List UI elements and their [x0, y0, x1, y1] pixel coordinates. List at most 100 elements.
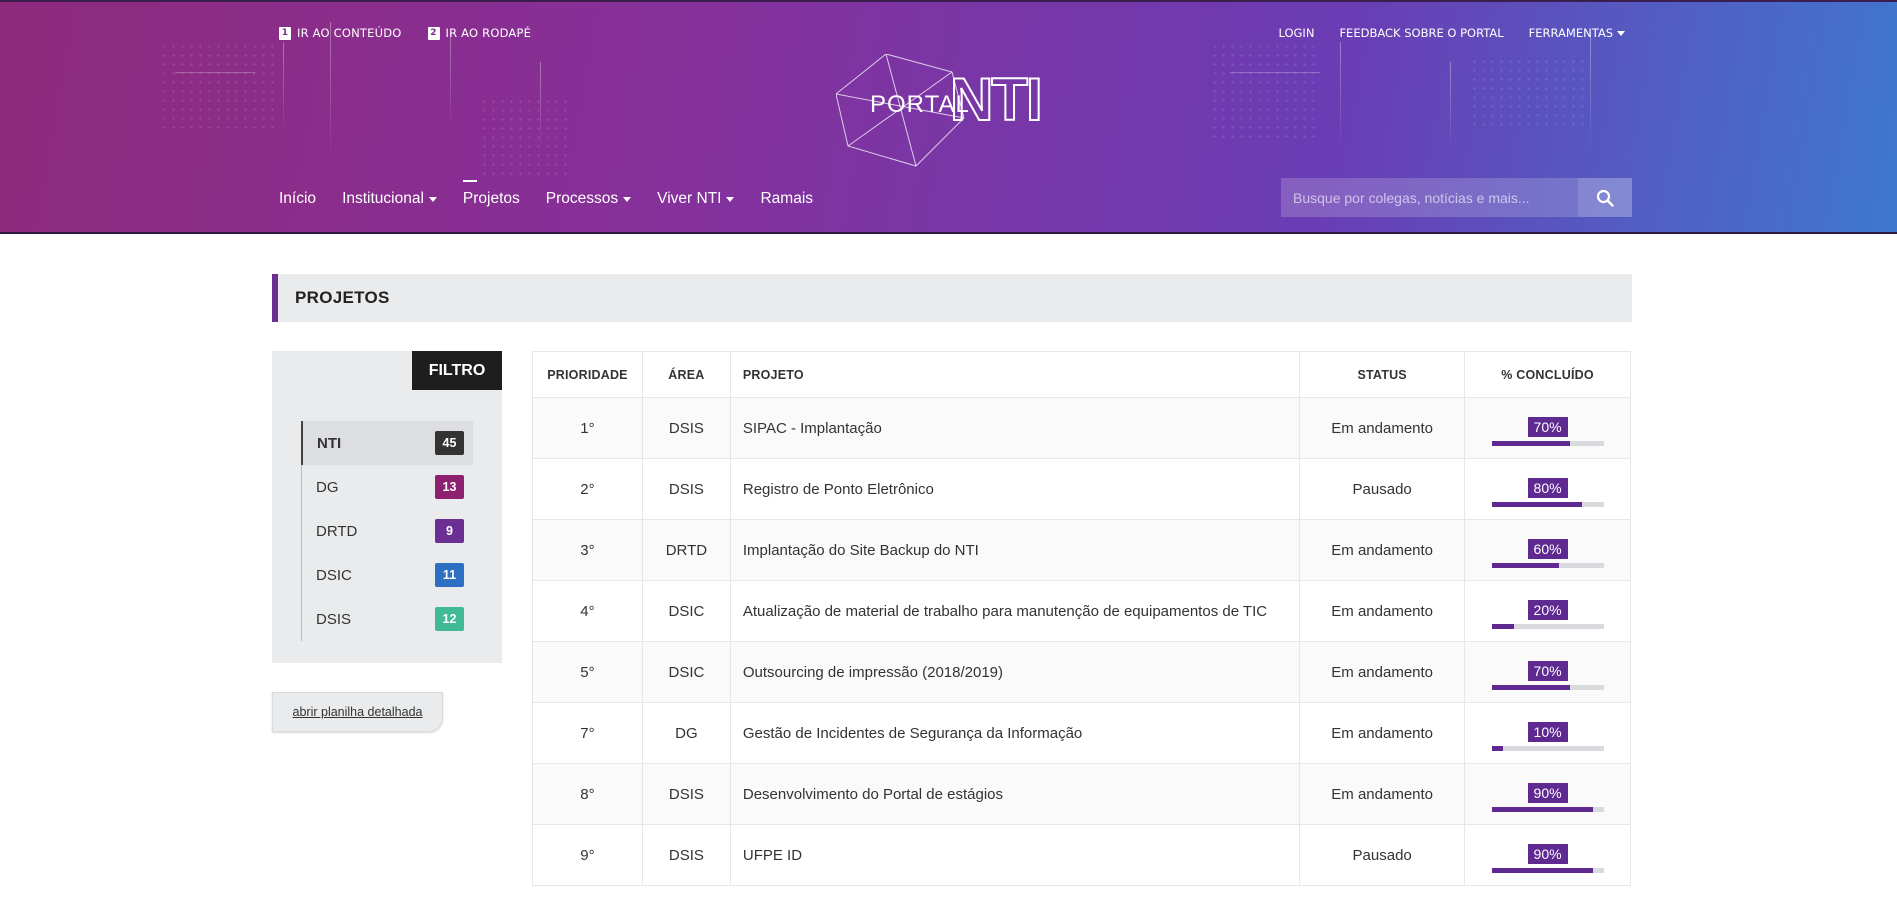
nav-projetos[interactable]: Projetos — [462, 180, 520, 208]
table-row[interactable]: 4° DSIC Atualização de material de trabalh… — [532, 580, 1631, 642]
caret-down-icon — [726, 196, 735, 202]
cell-status: Pausado — [1299, 458, 1466, 520]
progress-bar-fill — [1492, 868, 1593, 873]
projects-table: PRIORIDADE ÁREA PROJETO STATUS % CONCLUÍ… — [532, 351, 1631, 886]
nav-viver-nti[interactable]: Viver NTI — [657, 190, 735, 208]
percent-badge: 70% — [1527, 417, 1568, 437]
cell-project[interactable]: SIPAC - Implantação — [729, 397, 1301, 459]
nav-label: Projetos — [462, 190, 520, 207]
cell-project[interactable]: Outsourcing de impressão (2018/2019) — [729, 641, 1301, 703]
search-input[interactable] — [1281, 178, 1578, 217]
cell-priority: 2° — [532, 458, 643, 520]
progress-bar — [1492, 502, 1605, 507]
cell-percent: 20% — [1464, 580, 1631, 642]
nav-label: Institucional — [342, 190, 424, 207]
decorative-line — [283, 42, 284, 132]
cell-percent: 70% — [1464, 397, 1631, 459]
percent-badge: 60% — [1527, 539, 1568, 559]
cell-priority: 9° — [532, 824, 643, 886]
key-badge: 1 — [279, 26, 291, 40]
cell-status: Pausado — [1299, 824, 1466, 886]
table-row[interactable]: 5° DSIC Outsourcing de impressão (2018/201… — [532, 641, 1631, 703]
cell-project[interactable]: UFPE ID — [729, 824, 1301, 886]
cell-area: DSIS — [641, 458, 731, 520]
cell-status: Em andamento — [1299, 580, 1466, 642]
filter-count-badge: 11 — [435, 563, 464, 587]
decorative-line — [540, 62, 541, 152]
portal-nti-logo[interactable]: PORTAL NTI — [836, 54, 1068, 172]
col-header-status[interactable]: STATUS — [1299, 351, 1466, 398]
table-row[interactable]: 7° DG Gestão de Incidentes de Segurança da… — [532, 702, 1631, 764]
percent-badge: 10% — [1527, 722, 1568, 742]
cell-status: Em andamento — [1299, 763, 1466, 825]
filter-item-dsis[interactable]: DSIS 12 — [301, 597, 473, 641]
decorative-dots — [1470, 57, 1590, 127]
col-header-percent[interactable]: % CONCLUÍDO — [1464, 351, 1631, 398]
nav-inicio[interactable]: Início — [279, 190, 316, 208]
nav-label: Processos — [545, 190, 619, 207]
filter-item-dsic[interactable]: DSIC 11 — [301, 553, 473, 597]
open-spreadsheet-button[interactable]: abrir planilha detalhada — [272, 692, 443, 732]
decorative-line — [1340, 42, 1341, 152]
filter-item-label: NTI — [317, 434, 342, 452]
decorative-dots — [480, 97, 570, 177]
cell-project[interactable]: Desenvolvimento do Portal de estágios — [729, 763, 1301, 825]
progress-bar-fill — [1492, 685, 1571, 690]
cell-priority: 8° — [532, 763, 643, 825]
main-nav: Início Institucional Projetos Processos … — [279, 180, 813, 208]
login-link[interactable]: LOGIN — [1278, 26, 1314, 40]
nav-processos[interactable]: Processos — [545, 190, 632, 208]
filter-item-label: DSIS — [316, 610, 352, 628]
col-header-priority[interactable]: PRIORIDADE — [532, 351, 643, 398]
filter-item-dg[interactable]: DG 13 — [301, 465, 473, 509]
progress-bar — [1492, 807, 1605, 812]
cell-project[interactable]: Atualização de material de trabalho para… — [729, 580, 1301, 642]
filter-item-drtd[interactable]: DRTD 9 — [301, 509, 473, 553]
col-header-project[interactable]: PROJETO — [729, 351, 1301, 398]
cell-priority: 1° — [532, 397, 643, 459]
table-row[interactable]: 9° DSIS UFPE ID Pausado 90% — [532, 824, 1631, 886]
skip-links: 1 IR AO CONTEÚDO 2 IR AO RODAPÉ — [279, 26, 531, 40]
skip-to-footer-link[interactable]: 2 IR AO RODAPÉ — [427, 26, 532, 40]
decorative-line — [1450, 62, 1451, 152]
cell-priority: 7° — [532, 702, 643, 764]
table-row[interactable]: 1° DSIS SIPAC - Implantação Em andamento 70% — [532, 397, 1631, 459]
key-badge: 2 — [427, 26, 440, 40]
skip-to-content-link[interactable]: 1 IR AO CONTEÚDO — [279, 26, 402, 40]
cell-project[interactable]: Registro de Ponto Eletrônico — [729, 458, 1301, 520]
percent-badge: 70% — [1527, 661, 1568, 681]
tools-dropdown[interactable]: FERRAMENTAS — [1529, 26, 1625, 40]
progress-bar — [1492, 746, 1605, 751]
cell-area: DSIS — [641, 824, 731, 886]
filter-count-badge: 13 — [435, 475, 464, 499]
cell-area: DRTD — [641, 519, 731, 581]
filter-item-label: DSIC — [316, 566, 352, 584]
decorative-line — [450, 32, 451, 132]
table-row[interactable]: 3° DRTD Implantação do Site Backup do NTI E… — [532, 519, 1631, 581]
search-icon — [1596, 189, 1614, 207]
table-row[interactable]: 8° DSIS Desenvolvimento do Portal de estág… — [532, 763, 1631, 825]
nav-ramais[interactable]: Ramais — [760, 190, 813, 208]
filter-item-nti[interactable]: NTI 45 — [301, 421, 473, 465]
progress-bar — [1492, 685, 1605, 690]
caret-down-icon — [428, 196, 437, 202]
search-button[interactable] — [1578, 178, 1632, 217]
nav-institucional[interactable]: Institucional — [342, 190, 437, 208]
progress-bar — [1492, 868, 1605, 873]
col-header-area[interactable]: ÁREA — [641, 351, 731, 398]
cell-project[interactable]: Gestão de Incidentes de Segurança da Inf… — [729, 702, 1301, 764]
feedback-link[interactable]: FEEDBACK SOBRE O PORTAL — [1339, 26, 1503, 40]
site-header: 1 IR AO CONTEÚDO 2 IR AO RODAPÉ LOGIN FE… — [0, 0, 1897, 234]
progress-bar — [1492, 441, 1605, 446]
cell-project[interactable]: Implantação do Site Backup do NTI — [729, 519, 1301, 581]
filter-count-badge: 12 — [435, 607, 464, 631]
percent-badge: 20% — [1527, 600, 1568, 620]
table-row[interactable]: 2° DSIS Registro de Ponto Eletrônico Pausad… — [532, 458, 1631, 520]
progress-bar-fill — [1492, 502, 1582, 507]
filter-count-badge: 45 — [435, 431, 464, 455]
percent-badge: 90% — [1527, 844, 1568, 864]
decorative-line — [175, 72, 255, 73]
percent-badge: 80% — [1527, 478, 1568, 498]
logo-big-text: NTI — [950, 66, 1041, 133]
cell-area: DSIC — [641, 580, 731, 642]
